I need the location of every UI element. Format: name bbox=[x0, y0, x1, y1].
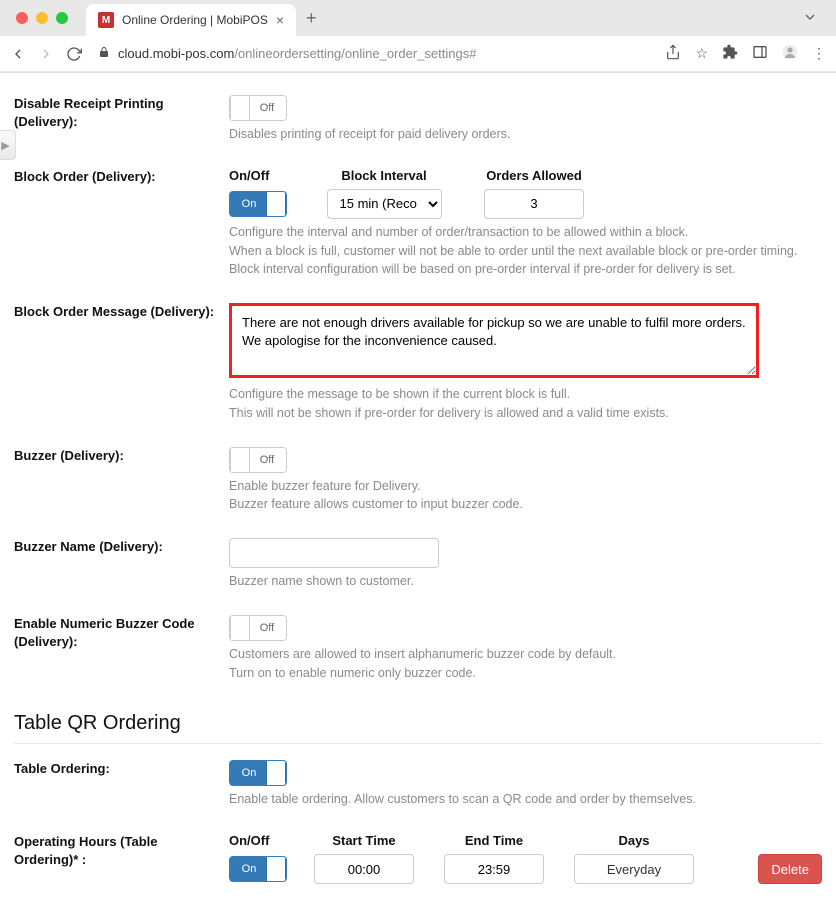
chevron-down-icon[interactable] bbox=[802, 9, 818, 28]
setting-table-ordering: Table Ordering: On Enable table ordering… bbox=[14, 748, 822, 821]
setting-numeric-buzzer: Enable Numeric Buzzer Code (Delivery): O… bbox=[14, 603, 822, 695]
url-field[interactable]: cloud.mobi-pos.com/onlineordersetting/on… bbox=[94, 46, 653, 61]
side-panel-handle[interactable]: ▶ bbox=[0, 130, 16, 160]
browser-chrome: M Online Ordering | MobiPOS × + cloud.mo… bbox=[0, 0, 836, 73]
panel-icon[interactable] bbox=[752, 44, 768, 63]
toggle-buzzer[interactable]: Off bbox=[229, 447, 287, 473]
toggle-table-ordering[interactable]: On bbox=[229, 760, 287, 786]
help-text: Disables printing of receipt for paid de… bbox=[229, 125, 822, 144]
help-text: This will not be shown if pre-order for … bbox=[229, 404, 822, 423]
column-header: On/Off bbox=[229, 168, 304, 183]
profile-icon[interactable] bbox=[782, 44, 798, 63]
block-order-message-textarea[interactable] bbox=[229, 303, 759, 378]
orders-allowed-input[interactable] bbox=[484, 189, 584, 219]
divider bbox=[14, 743, 822, 744]
column-header: On/Off bbox=[229, 833, 299, 848]
help-text: Configure the message to be shown if the… bbox=[229, 385, 822, 404]
help-text: Configure the interval and number of ord… bbox=[229, 223, 822, 242]
new-tab-button[interactable]: + bbox=[306, 8, 317, 29]
window-maximize-button[interactable] bbox=[56, 12, 68, 24]
setting-label: Block Order (Delivery): bbox=[14, 168, 229, 279]
back-button[interactable] bbox=[10, 46, 26, 62]
help-text: When a block is full, customer will not … bbox=[229, 242, 822, 261]
setting-block-order-message: Block Order Message (Delivery): Configur… bbox=[14, 291, 822, 435]
setting-label: Table Ordering: bbox=[14, 760, 229, 809]
reload-button[interactable] bbox=[66, 46, 82, 62]
setting-label: Block Order Message (Delivery): bbox=[14, 303, 229, 423]
column-header: Orders Allowed bbox=[464, 168, 604, 183]
column-header: Start Time bbox=[299, 833, 429, 848]
setting-buzzer-name: Buzzer Name (Delivery): Buzzer name show… bbox=[14, 526, 822, 603]
window-controls bbox=[8, 12, 76, 24]
column-header: End Time bbox=[429, 833, 559, 848]
help-text: Enable buzzer feature for Delivery. bbox=[229, 477, 822, 496]
browser-tab[interactable]: M Online Ordering | MobiPOS × bbox=[86, 4, 296, 36]
settings-content: Disable Receipt Printing (Delivery): Off… bbox=[0, 73, 836, 916]
tab-title: Online Ordering | MobiPOS bbox=[122, 13, 268, 27]
help-text: Buzzer feature allows customer to input … bbox=[229, 495, 822, 514]
help-text: Customers are allowed to insert alphanum… bbox=[229, 645, 822, 664]
start-time-input[interactable] bbox=[314, 854, 414, 884]
setting-label: Buzzer Name (Delivery): bbox=[14, 538, 229, 591]
setting-block-order: Block Order (Delivery): On/Off Block Int… bbox=[14, 156, 822, 291]
setting-label: Disable Receipt Printing (Delivery): bbox=[14, 95, 229, 144]
favicon-icon: M bbox=[98, 12, 114, 28]
column-header: Block Interval bbox=[304, 168, 464, 183]
setting-label: Enable Numeric Buzzer Code (Delivery): bbox=[14, 615, 229, 683]
lock-icon bbox=[98, 46, 110, 61]
window-minimize-button[interactable] bbox=[36, 12, 48, 24]
setting-label: Buzzer (Delivery): bbox=[14, 447, 229, 515]
delete-button[interactable]: Delete bbox=[758, 854, 822, 884]
toggle-numeric-buzzer[interactable]: Off bbox=[229, 615, 287, 641]
setting-operating-hours: Operating Hours (Table Ordering)* : On/O… bbox=[14, 821, 822, 896]
toolbar-icons: ☆ ⋮ bbox=[665, 44, 826, 63]
forward-button[interactable] bbox=[38, 46, 54, 62]
extensions-icon[interactable] bbox=[722, 44, 738, 63]
share-icon[interactable] bbox=[665, 44, 681, 63]
days-selector-button[interactable]: Everyday bbox=[574, 854, 694, 884]
setting-buzzer: Buzzer (Delivery): Off Enable buzzer fea… bbox=[14, 435, 822, 527]
window-close-button[interactable] bbox=[16, 12, 28, 24]
close-tab-icon[interactable]: × bbox=[276, 12, 284, 28]
bookmark-icon[interactable]: ☆ bbox=[695, 45, 708, 62]
tab-bar: M Online Ordering | MobiPOS × + bbox=[0, 0, 836, 36]
setting-label: Operating Hours (Table Ordering)* : bbox=[14, 833, 229, 884]
url-path: /onlineordersetting/online_order_setting… bbox=[234, 46, 476, 61]
help-text: Enable table ordering. Allow customers t… bbox=[229, 790, 822, 809]
section-title: Table QR Ordering bbox=[14, 712, 822, 735]
setting-disable-receipt-printing: Disable Receipt Printing (Delivery): Off… bbox=[14, 83, 822, 156]
address-bar: cloud.mobi-pos.com/onlineordersetting/on… bbox=[0, 36, 836, 72]
toggle-operating-hours[interactable]: On bbox=[229, 856, 287, 882]
toggle-block-order[interactable]: On bbox=[229, 191, 287, 217]
help-text: Block interval configuration will be bas… bbox=[229, 260, 822, 279]
buzzer-name-input[interactable] bbox=[229, 538, 439, 568]
url-domain: cloud.mobi-pos.com bbox=[118, 46, 234, 61]
end-time-input[interactable] bbox=[444, 854, 544, 884]
menu-icon[interactable]: ⋮ bbox=[812, 45, 826, 62]
help-text: Buzzer name shown to customer. bbox=[229, 572, 822, 591]
help-text: Turn on to enable numeric only buzzer co… bbox=[229, 664, 822, 683]
block-interval-select[interactable]: 15 min (Recommended) bbox=[327, 189, 442, 219]
toggle-disable-receipt-printing[interactable]: Off bbox=[229, 95, 287, 121]
column-header: Days bbox=[559, 833, 709, 848]
